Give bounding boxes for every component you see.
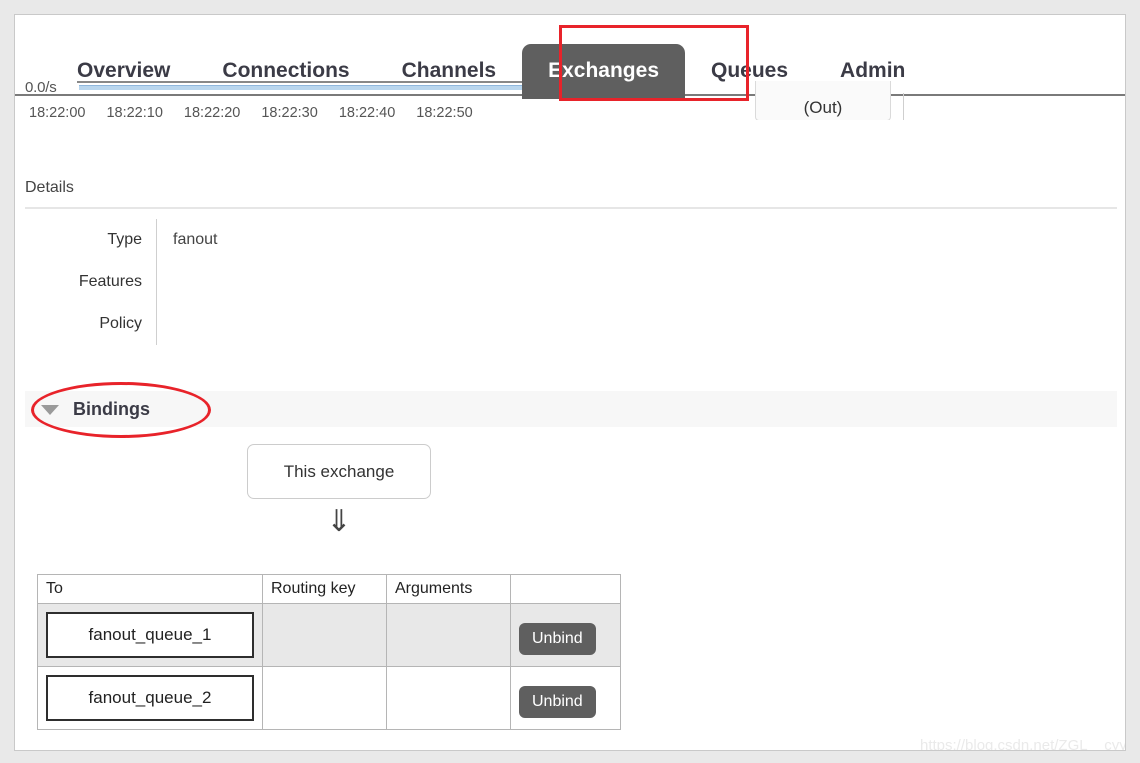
details-value-type: fanout [157,219,217,261]
chart-x-tick: 18:22:10 [106,105,162,120]
details-row-features: Features [25,261,445,303]
table-row: fanout_queue_2 Unbind [38,667,621,730]
details-value-features [157,261,173,303]
details-row-policy: Policy [25,303,445,345]
tab-connections[interactable]: Connections [196,47,375,95]
cell-action: Unbind [511,667,621,730]
details-heading: Details [25,179,74,197]
details-value-policy [157,303,173,345]
column-header-action [511,575,621,604]
details-divider [25,207,1117,209]
cell-to: fanout_queue_2 [38,667,263,730]
tab-channels[interactable]: Channels [376,47,523,95]
exchange-detail-page: 0.0/s 18:22:00 18:22:10 18:22:20 18:22:3… [14,14,1126,751]
tab-admin[interactable]: Admin [814,47,931,95]
queue-link[interactable]: fanout_queue_1 [46,612,254,658]
bindings-table: To Routing key Arguments fanout_queue_1 … [37,574,621,730]
cell-arguments [387,667,511,730]
chart-x-axis-ticks: 18:22:00 18:22:10 18:22:20 18:22:30 18:2… [29,105,689,120]
column-header-to: To [38,575,263,604]
chart-legend-label: (Out) [804,98,843,118]
bindings-table-body: fanout_queue_1 Unbind fanout_queue_2 Unb… [38,604,621,730]
cell-action: Unbind [511,604,621,667]
down-arrow-icon: ⇓ [247,507,431,537]
chart-panel-divider [903,93,904,120]
chart-x-tick: 18:22:40 [339,105,395,120]
unbind-button[interactable]: Unbind [519,686,596,718]
bindings-table-head: To Routing key Arguments [38,575,621,604]
column-header-routing-key: Routing key [263,575,387,604]
queue-link[interactable]: fanout_queue_2 [46,675,254,721]
nav-tab-list: Overview Connections Channels Exchanges … [15,29,931,95]
details-row-type: Type fanout [25,219,445,261]
main-navigation: Overview Connections Channels Exchanges … [15,15,1125,95]
tab-exchanges[interactable]: Exchanges [522,44,685,99]
cell-routing-key [263,604,387,667]
bindings-section-title[interactable]: Bindings [73,399,150,420]
cell-routing-key [263,667,387,730]
chart-x-tick: 18:22:30 [261,105,317,120]
tab-overview[interactable]: Overview [51,47,196,95]
details-label-features: Features [25,261,157,303]
source-exchange-label: This exchange [284,462,395,482]
caret-down-icon[interactable] [41,405,59,415]
details-label-type: Type [25,219,157,261]
chart-x-tick: 18:22:20 [184,105,240,120]
cell-to: fanout_queue_1 [38,604,263,667]
bindings-section-band [25,391,1117,427]
tab-queues[interactable]: Queues [685,47,814,95]
column-header-arguments: Arguments [387,575,511,604]
chart-x-tick: 18:22:50 [416,105,472,120]
details-table: Type fanout Features Policy [25,219,445,345]
source-exchange-node: This exchange [247,444,431,499]
cell-arguments [387,604,511,667]
bindings-header-row: To Routing key Arguments [38,575,621,604]
unbind-button[interactable]: Unbind [519,623,596,655]
chart-x-tick: 18:22:00 [29,105,85,120]
watermark: https://blog.csdn.net/ZGL__cyy [920,737,1126,751]
table-row: fanout_queue_1 Unbind [38,604,621,667]
details-label-policy: Policy [25,303,157,345]
